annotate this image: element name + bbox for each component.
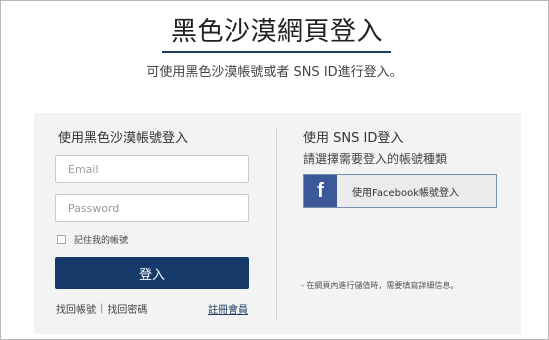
sns-login-subheading: 請選擇需要登入的帳號種類 xyxy=(303,152,448,166)
account-links: 找回帳號 | 找回密碼 xyxy=(56,301,147,316)
link-separator: | xyxy=(100,303,104,314)
remember-account[interactable]: 記住我的帳號 xyxy=(57,233,128,246)
remember-label: 記住我的帳號 xyxy=(74,236,129,246)
password-input[interactable] xyxy=(55,194,249,222)
facebook-icon: f xyxy=(304,175,337,207)
account-login-heading: 使用黑色沙漠帳號登入 xyxy=(58,131,189,146)
page-subtitle: 可使用黑色沙漠帳號或者 SNS ID進行登入。 xyxy=(146,65,403,80)
find-account-link[interactable]: 找回帳號 xyxy=(56,301,96,316)
topup-note: - 在網頁內進行儲值時，需要填寫詳細信息。 xyxy=(301,281,459,290)
find-password-link[interactable]: 找回密碼 xyxy=(107,301,147,316)
register-link[interactable]: 註冊會員 xyxy=(208,301,248,316)
panel-divider xyxy=(276,128,277,320)
email-input[interactable] xyxy=(55,155,249,183)
page-title: 黑色沙漠網頁登入 xyxy=(170,17,383,47)
login-button[interactable]: 登入 xyxy=(55,257,249,289)
remember-checkbox[interactable] xyxy=(57,235,66,244)
title-underline xyxy=(162,51,391,53)
facebook-login-button[interactable]: f 使用Facebook帳號登入 xyxy=(303,174,497,208)
sns-login-heading: 使用 SNS ID登入 xyxy=(303,131,404,146)
facebook-login-label: 使用Facebook帳號登入 xyxy=(352,187,459,199)
